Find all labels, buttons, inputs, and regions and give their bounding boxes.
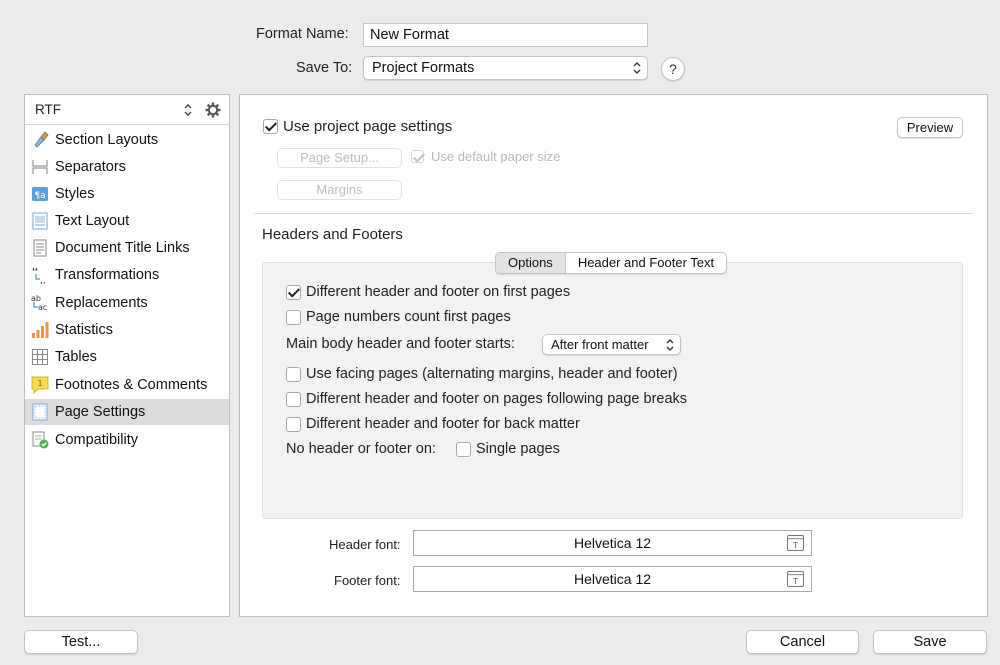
- section-title: Headers and Footers: [262, 226, 403, 243]
- diff-first-pages-label: Different header and footer on first pag…: [306, 284, 571, 300]
- sidebar-item-label: Replacements: [55, 295, 148, 311]
- sidebar-item-label: Footnotes & Comments: [55, 377, 208, 393]
- header-font-field[interactable]: Helvetica 12 T: [413, 530, 812, 556]
- svg-text:¶a: ¶a: [34, 191, 45, 201]
- gear-icon[interactable]: [205, 102, 221, 118]
- page-numbers-count-label: Page numbers count first pages: [306, 309, 511, 325]
- use-project-page-settings-label: Use project page settings: [283, 118, 453, 135]
- help-button[interactable]: ?: [661, 57, 685, 81]
- footer-font-value: Helvetica 12: [573, 571, 652, 587]
- sidebar-item-text-layout[interactable]: Text Layout: [25, 208, 229, 234]
- header-font-label: Header font:: [329, 537, 401, 552]
- sidebar-item-styles[interactable]: ¶a Styles: [25, 181, 229, 207]
- footer-font-field[interactable]: Helvetica 12 T: [413, 566, 812, 592]
- sidebar-item-label: Styles: [55, 186, 95, 202]
- sidebar-item-label: Separators: [55, 159, 126, 175]
- main-body-starts-value: After front matter: [551, 337, 649, 352]
- svg-text:1: 1: [37, 379, 42, 388]
- compatibility-icon: [32, 431, 49, 449]
- sidebar-item-separators[interactable]: Separators: [25, 154, 229, 180]
- svg-text:T: T: [792, 541, 798, 550]
- sidebar-item-statistics[interactable]: Statistics: [25, 317, 229, 343]
- use-default-paper-label: Use default paper size: [431, 149, 561, 164]
- save-to-popup[interactable]: Project Formats: [363, 56, 648, 80]
- format-name-label: Format Name:: [256, 26, 349, 42]
- page-setup-button[interactable]: Page Setup...: [277, 148, 402, 168]
- tab-header-footer-text[interactable]: Header and Footer Text: [566, 253, 726, 273]
- sidebar-item-document-title-links[interactable]: Document Title Links: [25, 235, 229, 261]
- header-font-value: Helvetica 12: [573, 535, 652, 551]
- sidebar-item-label: Section Layouts: [55, 132, 159, 148]
- sidebar-item-replacements[interactable]: ab ac Replacements: [25, 290, 229, 316]
- sidebar-item-label: Page Settings: [55, 404, 146, 420]
- updown-arrows-icon: [666, 339, 674, 351]
- separator-icon: [32, 160, 48, 174]
- facing-pages-checkbox[interactable]: [286, 367, 301, 382]
- test-button[interactable]: Test...: [24, 630, 138, 654]
- sidebar-item-label: Tables: [55, 349, 97, 365]
- sidebar-item-label: Text Layout: [55, 213, 130, 229]
- diff-following-breaks-label: Different header and footer on pages fol…: [306, 391, 688, 407]
- single-pages-checkbox[interactable]: [456, 442, 471, 457]
- sidebar-item-section-layouts[interactable]: Section Layouts: [25, 127, 229, 153]
- single-pages-label: Single pages: [476, 441, 560, 457]
- diff-first-pages-checkbox[interactable]: [286, 285, 301, 300]
- bar-chart-icon: [32, 322, 49, 338]
- footer-font-label: Footer font:: [334, 573, 401, 588]
- facing-pages-label: Use facing pages (alternating margins, h…: [306, 366, 678, 382]
- save-to-value: Project Formats: [372, 60, 475, 76]
- styles-icon: ¶a: [32, 187, 48, 201]
- replace-icon: ab ac: [31, 294, 47, 312]
- diff-back-matter-checkbox[interactable]: [286, 417, 301, 432]
- svg-text:ab: ab: [31, 294, 41, 303]
- margins-button[interactable]: Margins: [277, 180, 402, 200]
- diff-back-matter-label: Different header and footer for back mat…: [306, 416, 580, 432]
- main-body-starts-label: Main body header and footer starts:: [286, 336, 515, 352]
- cancel-button[interactable]: Cancel: [746, 630, 859, 654]
- no-header-footer-label: No header or footer on:: [286, 441, 436, 457]
- sidebar-item-transformations[interactable]: ❛❛ ,, Transformations: [25, 262, 229, 288]
- svg-text:ac: ac: [38, 303, 47, 312]
- main-body-starts-popup[interactable]: After front matter: [542, 334, 681, 355]
- sidebar-item-label: Document Title Links: [55, 240, 190, 256]
- sidebar: RTF Section Layouts Separators ¶a Styles…: [24, 94, 230, 617]
- diff-following-breaks-checkbox[interactable]: [286, 392, 301, 407]
- sidebar-item-compatibility[interactable]: Compatibility: [25, 427, 229, 453]
- transform-quotes-icon: ❛❛ ,,: [32, 267, 46, 284]
- divider: [254, 213, 973, 214]
- svg-text:T: T: [792, 577, 798, 586]
- sidebar-item-page-settings[interactable]: Page Settings: [25, 399, 229, 425]
- save-to-label: Save To:: [296, 60, 353, 76]
- page-numbers-count-checkbox[interactable]: [286, 310, 301, 325]
- tab-options[interactable]: Options: [496, 253, 566, 273]
- use-default-paper-checkbox[interactable]: [411, 150, 424, 163]
- save-button[interactable]: Save: [873, 630, 987, 654]
- sidebar-item-footnotes-comments[interactable]: 1 Footnotes & Comments: [25, 372, 229, 398]
- brush-icon: [34, 131, 49, 148]
- page-settings-icon: [32, 403, 48, 421]
- file-type-value: RTF: [35, 102, 61, 117]
- sidebar-item-label: Transformations: [55, 267, 160, 283]
- text-layout-icon: [32, 212, 48, 230]
- font-picker-icon[interactable]: T: [787, 571, 804, 587]
- tab-bar: Options Header and Footer Text: [495, 252, 728, 274]
- use-project-page-settings-checkbox[interactable]: [263, 119, 278, 134]
- comment-icon: 1: [31, 376, 49, 394]
- font-picker-icon[interactable]: T: [787, 535, 804, 551]
- sidebar-item-label: Compatibility: [55, 432, 138, 448]
- preview-button[interactable]: Preview: [897, 117, 963, 138]
- file-type-popup[interactable]: RTF: [25, 95, 229, 125]
- document-icon: [33, 239, 47, 257]
- updown-arrows-icon: [633, 62, 641, 74]
- svg-text:,,: ,,: [40, 276, 46, 284]
- table-icon: [32, 349, 48, 365]
- svg-text:❛❛: ❛❛: [32, 267, 38, 277]
- updown-arrows-icon: [184, 104, 192, 116]
- sidebar-item-tables[interactable]: Tables: [25, 344, 229, 370]
- sidebar-item-label: Statistics: [55, 322, 114, 338]
- format-name-input[interactable]: New Format: [363, 23, 648, 47]
